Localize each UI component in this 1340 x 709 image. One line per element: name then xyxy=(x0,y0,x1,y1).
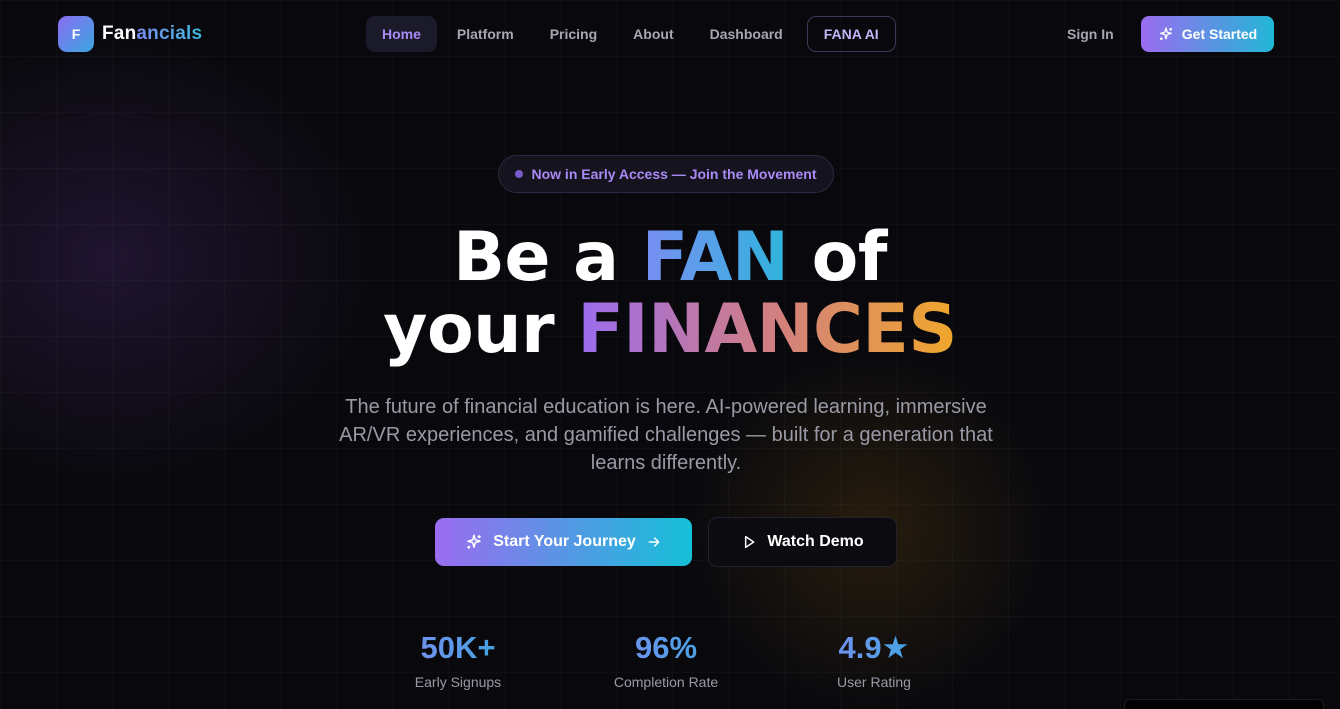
sparkles-icon xyxy=(1158,26,1174,42)
stat-value: 50K+ xyxy=(398,628,518,668)
hero-subtitle: The future of financial education is her… xyxy=(339,396,993,474)
floating-widget[interactable] xyxy=(1124,699,1324,709)
start-journey-label: Start Your Journey xyxy=(493,533,636,550)
sparkles-icon xyxy=(465,533,483,551)
landing-page: F Fanancials Home Platform Pricing About… xyxy=(0,0,1340,709)
badge-label: Now in Early Access — Join the Movement xyxy=(531,166,817,182)
headline-text: of xyxy=(788,218,888,297)
watch-demo-button[interactable]: Watch Demo xyxy=(708,517,897,567)
stat-value: 4.9★ xyxy=(814,628,934,668)
get-started-label: Get Started xyxy=(1181,26,1258,42)
badge-dot-icon xyxy=(515,170,524,178)
top-navigation: F Fanancials Home Platform Pricing About… xyxy=(0,0,1340,68)
logo-link[interactable]: F Fanancials xyxy=(58,16,202,52)
stat-label: User Rating xyxy=(837,674,911,690)
nav-link-fana-ai[interactable]: FANA AI xyxy=(806,16,896,52)
arrow-right-icon xyxy=(646,534,662,550)
stat-early-signups: 50K+ Early Signups xyxy=(398,628,518,690)
stat-label: Early Signups xyxy=(414,674,502,690)
nav-links: Home Platform Pricing About Dashboard FA… xyxy=(366,16,896,52)
headline-line-1: Be a FAN of xyxy=(0,222,1340,294)
nav-link-home[interactable]: Home xyxy=(366,16,437,52)
headline-text: Be a xyxy=(453,218,642,297)
logo-mark: F xyxy=(58,16,94,52)
stat-label: Completion Rate xyxy=(613,674,719,690)
play-icon xyxy=(741,534,757,550)
headline-line-2: your FINANCES xyxy=(0,294,1340,366)
nav-link-about[interactable]: About xyxy=(617,16,689,52)
stat-completion-rate: 96% Completion Rate xyxy=(596,628,736,690)
stat-user-rating: 4.9★ User Rating xyxy=(814,628,934,690)
logo-text: Fanancials xyxy=(102,23,202,45)
stat-value: 96% xyxy=(596,628,736,668)
headline-highlight-fan: FAN xyxy=(641,218,789,297)
hero-headline: Be a FAN of your FINANCES xyxy=(0,222,1340,366)
nav-link-platform[interactable]: Platform xyxy=(441,16,530,52)
logo-text-part-1: Fan xyxy=(102,23,137,44)
stats-row: 50K+ Early Signups 96% Completion Rate 4… xyxy=(0,628,1340,698)
headline-highlight-finances: FINANCES xyxy=(577,290,957,369)
logo-text-part-2: ancials xyxy=(136,23,203,44)
start-journey-button[interactable]: Start Your Journey xyxy=(435,518,692,566)
watch-demo-label: Watch Demo xyxy=(767,533,864,550)
headline-text: your xyxy=(383,290,578,369)
get-started-button[interactable]: Get Started xyxy=(1141,16,1274,52)
early-access-badge[interactable]: Now in Early Access — Join the Movement xyxy=(498,155,834,193)
nav-link-pricing[interactable]: Pricing xyxy=(534,16,613,52)
sign-in-link[interactable]: Sign In xyxy=(1052,16,1129,52)
nav-link-dashboard[interactable]: Dashboard xyxy=(694,16,799,52)
